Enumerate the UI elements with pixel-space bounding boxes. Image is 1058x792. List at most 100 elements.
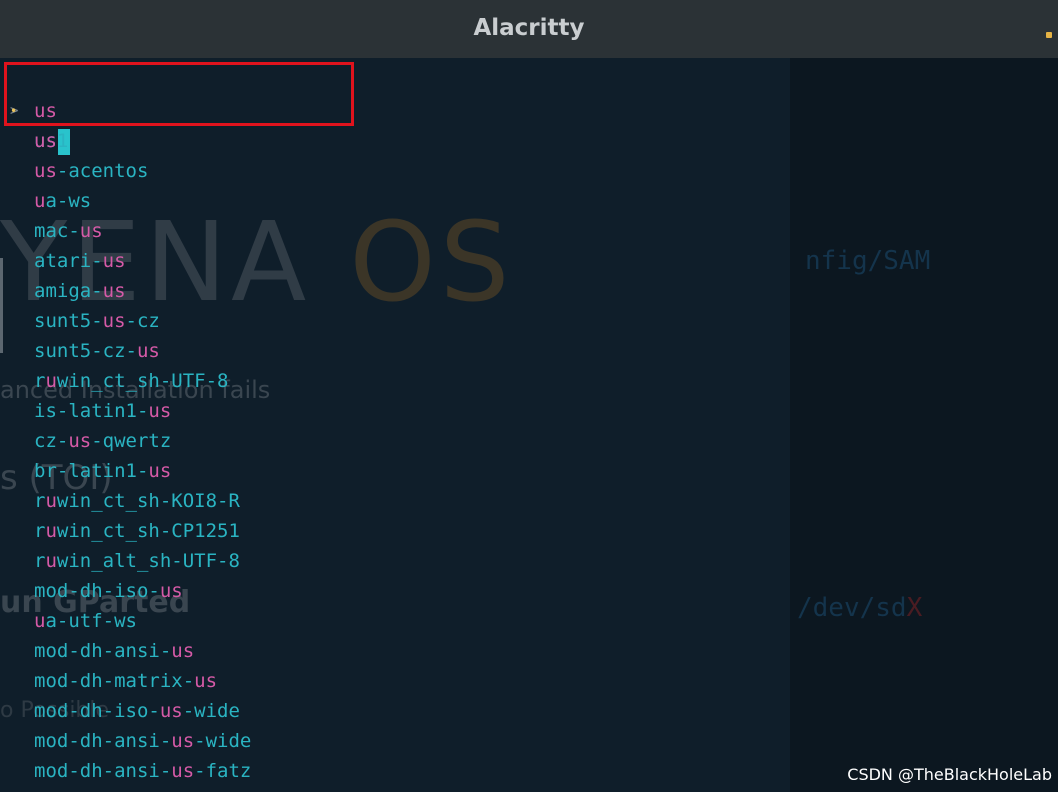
result-post: win_ct_sh-KOI8-R	[56, 490, 240, 512]
result-pre: r	[34, 520, 46, 542]
result-item[interactable]: mod-dh-ansi-us	[0, 636, 194, 666]
dev-path: /dev/sd	[797, 593, 907, 623]
result-item[interactable]: mod-dh-ansi-us-fatz	[0, 756, 251, 786]
result-text: mod-dh-iso-us-wide	[34, 696, 240, 726]
result-match: u	[45, 370, 57, 392]
result-post: a-utf-ws	[45, 610, 137, 632]
result-item[interactable]: ruwin_ct_sh-UTF-8	[0, 366, 229, 396]
result-text: ruwin_ct_sh-CP1251	[34, 516, 240, 546]
result-text: cz-us-qwertz	[34, 426, 171, 456]
result-match: u	[45, 520, 57, 542]
result-match: u	[34, 610, 46, 632]
result-text: mod-dh-ansi-us-fatz	[34, 756, 251, 786]
result-item[interactable]: us1	[0, 126, 69, 156]
result-match: us	[102, 250, 126, 272]
result-text: ruwin_ct_sh-UTF-8	[34, 366, 229, 396]
result-pre: atari-	[34, 250, 103, 272]
result-text: mac-us	[34, 216, 103, 246]
result-text: ruwin_alt_sh-UTF-8	[34, 546, 240, 576]
result-match: us	[171, 730, 195, 752]
result-pre: mod-dh-iso-	[34, 580, 160, 602]
logo-text-os: OS	[349, 198, 514, 326]
result-pre: r	[34, 490, 46, 512]
result-text: br-latin1-us	[34, 456, 171, 486]
result-text: amiga-us	[34, 276, 126, 306]
result-post: -qwertz	[91, 430, 172, 452]
result-text: sunt5-cz-us	[34, 336, 160, 366]
result-item[interactable]: is-latin1-us	[0, 396, 171, 426]
result-match: us	[68, 430, 92, 452]
result-item[interactable]: ua-ws	[0, 186, 91, 216]
result-item[interactable]: br-latin1-us	[0, 456, 171, 486]
result-pre: mod-dh-ansi-	[34, 760, 172, 782]
result-item[interactable]: mod-dh-iso-us	[0, 576, 183, 606]
result-post: -acentos	[56, 160, 149, 182]
result-item[interactable]: ruwin_ct_sh-CP1251	[0, 516, 240, 546]
result-post: 1	[56, 130, 69, 152]
result-post: -cz	[125, 310, 160, 332]
result-match: us	[159, 580, 183, 602]
result-text: us1	[34, 126, 68, 156]
result-match: us	[102, 310, 126, 332]
result-pre: amiga-	[34, 280, 103, 302]
result-pre: mod-dh-ansi-	[34, 640, 172, 662]
result-item[interactable]: us-acentos	[0, 156, 148, 186]
result-item[interactable]: sunt5-us-cz	[0, 306, 160, 336]
background-dev-text: /dev/sdX	[797, 593, 922, 623]
result-pre: is-latin1-	[34, 400, 149, 422]
window-titlebar[interactable]: Alacritty	[0, 0, 1058, 58]
result-text: mod-dh-ansi-us	[34, 636, 194, 666]
window-title: Alacritty	[473, 15, 585, 41]
result-match: us	[79, 220, 103, 242]
result-text: is-latin1-us	[34, 396, 171, 426]
result-post: a-ws	[45, 190, 92, 212]
result-item[interactable]: mod-dh-iso-us-wide	[0, 696, 240, 726]
result-post: -fatz	[194, 760, 252, 782]
result-match: us	[136, 340, 160, 362]
result-item[interactable]: ruwin_alt_sh-UTF-8	[0, 546, 240, 576]
result-post: win_alt_sh-UTF-8	[56, 550, 240, 572]
result-text: mod-dh-iso-us	[34, 576, 183, 606]
result-pre: mod-dh-matrix-	[34, 670, 195, 692]
result-match: us	[34, 130, 57, 152]
highlight-annotation-box	[4, 62, 354, 126]
background-path-text: nfig/SAM	[805, 246, 931, 276]
result-match: u	[45, 550, 57, 572]
result-match: us	[102, 280, 126, 302]
result-match: u	[34, 190, 46, 212]
result-item[interactable]: mod-dh-matrix-us	[0, 666, 217, 696]
result-match: us	[171, 760, 195, 782]
result-text: ua-ws	[34, 186, 91, 216]
result-item[interactable]: mod-dh-ansi-us-wide	[0, 726, 251, 756]
dev-path-x: X	[906, 593, 923, 623]
titlebar-indicator-dot	[1046, 32, 1052, 38]
result-text: us-acentos	[34, 156, 148, 186]
result-match: u	[45, 490, 57, 512]
result-pre: sunt5-	[34, 310, 103, 332]
result-text: mod-dh-matrix-us	[34, 666, 217, 696]
result-match: us	[34, 160, 57, 182]
fuzzy-finder-list: > us • us us1 us-acentos ua-ws mac-us atari-us…	[0, 66, 251, 786]
result-post: win_ct_sh-CP1251	[56, 520, 240, 542]
result-item[interactable]: cz-us-qwertz	[0, 426, 171, 456]
result-pre: mod-dh-iso-	[34, 700, 160, 722]
result-match: us	[194, 670, 218, 692]
result-pre: sunt5-cz-	[34, 340, 137, 362]
result-post: -wide	[194, 730, 252, 752]
result-item[interactable]: mac-us	[0, 216, 103, 246]
result-text: mod-dh-ansi-us-wide	[34, 726, 251, 756]
result-item[interactable]: atari-us	[0, 246, 126, 276]
result-pre: cz-	[34, 430, 69, 452]
result-match: us	[148, 400, 172, 422]
result-text: sunt5-us-cz	[34, 306, 160, 336]
terminal-area[interactable]: YENA OS nfig/SAM anced Installation fail…	[0, 58, 1058, 792]
result-item[interactable]: ruwin_ct_sh-KOI8-R	[0, 486, 240, 516]
watermark: CSDN @TheBlackHoleLab	[847, 765, 1052, 784]
result-item[interactable]: sunt5-cz-us	[0, 336, 160, 366]
result-item[interactable]: ua-utf-ws	[0, 606, 137, 636]
result-post: win_ct_sh-UTF-8	[56, 370, 229, 392]
result-item[interactable]: amiga-us	[0, 276, 126, 306]
result-match: us	[171, 640, 195, 662]
result-post: -wide	[182, 700, 240, 722]
result-pre: r	[34, 550, 46, 572]
